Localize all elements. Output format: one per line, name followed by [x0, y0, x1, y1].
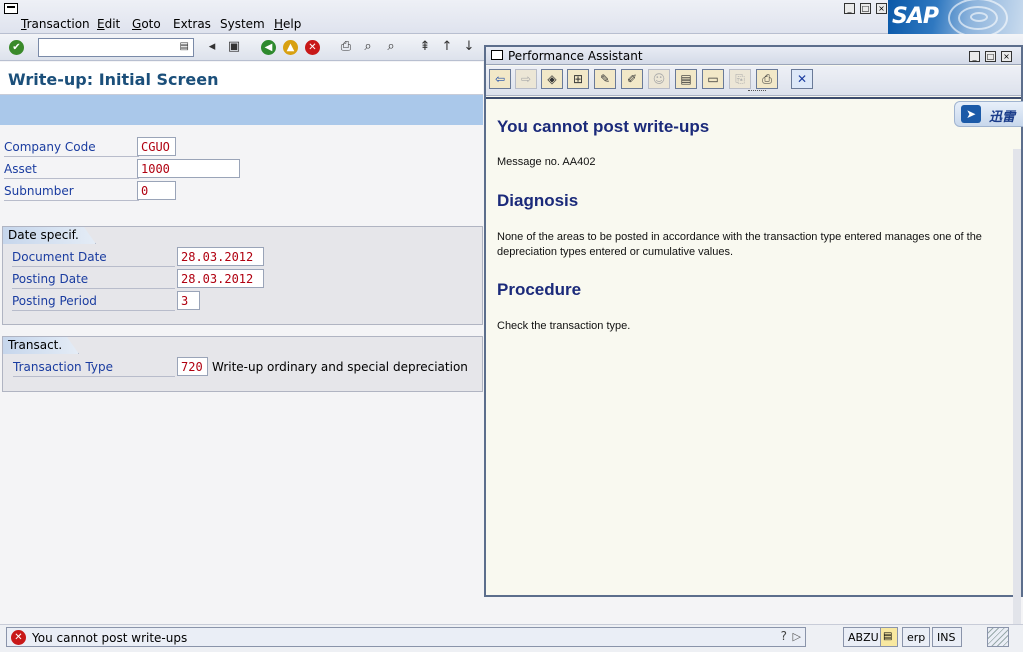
menu-system[interactable]: System — [220, 17, 265, 31]
edit-text-icon[interactable]: ✐ — [621, 69, 643, 89]
customizing-icon[interactable]: ▭ — [702, 69, 724, 89]
cancel-icon[interactable]: ✕ — [305, 40, 320, 55]
command-history-icon[interactable]: ▤ — [180, 41, 189, 52]
technical-info-icon[interactable]: ◈ — [541, 69, 563, 89]
diagnosis-text: None of the areas to be posted in accord… — [497, 231, 982, 258]
resize-grip-icon[interactable] — [987, 627, 1009, 647]
date-group-title: Date specif. — [3, 227, 96, 244]
transaction-group-title: Transact. — [3, 337, 80, 354]
menu-help[interactable]: Help — [274, 17, 301, 31]
find-next-icon[interactable]: ⌕ — [383, 39, 399, 55]
title-bar: Write-up: Initial Screen — [0, 62, 483, 95]
status-system: erp — [902, 627, 930, 647]
assistant-scrollbar[interactable] — [1013, 149, 1021, 647]
message-number: Message no. AA402 — [497, 156, 596, 168]
assistant-title-bar[interactable]: Performance Assistant _ □ × — [486, 47, 1021, 65]
page-title: Write-up: Initial Screen — [8, 70, 219, 89]
xunlei-bird-icon: ➤ — [961, 105, 981, 123]
assistant-print-icon[interactable]: ⎙ — [756, 69, 778, 89]
error-icon: ✕ — [11, 630, 26, 645]
print-icon[interactable]: ⎙ — [338, 39, 354, 55]
assistant-back-icon[interactable]: ⇦ — [489, 69, 511, 89]
asset-field[interactable]: 1000 — [137, 159, 240, 178]
back-icon[interactable]: ◀ — [261, 40, 276, 55]
exit-icon[interactable]: ▲ — [283, 40, 298, 55]
assistant-minimize-icon[interactable]: _ — [969, 51, 980, 62]
procedure-heading: Procedure — [497, 280, 582, 299]
posting-date-field[interactable]: 28.03.2012 — [177, 269, 264, 288]
assistant-content: You cannot post write-ups Message no. AA… — [486, 97, 1023, 647]
subnumber-field[interactable]: 0 — [137, 181, 176, 200]
procedure-text: Check the transaction type. — [497, 320, 631, 332]
xunlei-label: 迅雷 — [989, 110, 1016, 125]
posting-period-field[interactable]: 3 — [177, 291, 200, 310]
assistant-title: Performance Assistant — [508, 49, 643, 63]
asset-label: Asset — [4, 162, 139, 179]
find-icon[interactable]: ⌕ — [360, 39, 376, 55]
minimize-icon[interactable]: _ — [844, 3, 855, 14]
close-icon[interactable]: × — [876, 3, 887, 14]
menu-extras[interactable]: Extras — [173, 17, 211, 31]
document-date-field[interactable]: 28.03.2012 — [177, 247, 264, 266]
assistant-close-icon[interactable]: × — [1001, 51, 1012, 62]
field-info-icon[interactable]: ⊞ — [567, 69, 589, 89]
assistant-toolbar: ⇦ ⇨ ◈ ⊞ ✎ ✐ ☺ ▤ ▭ ⎘ ⎙ ✕ — [486, 66, 1021, 96]
sap-logo: SAP — [888, 0, 1023, 34]
status-help-icon[interactable]: ? — [781, 629, 787, 643]
maximize-icon[interactable]: □ — [860, 3, 871, 14]
diagnosis-heading: Diagnosis — [497, 191, 579, 210]
assistant-maximize-icon[interactable]: □ — [985, 51, 996, 62]
user-info-icon[interactable]: ☺ — [648, 69, 670, 89]
print-preview-icon[interactable]: ⎘ — [729, 69, 751, 89]
save-icon[interactable]: ▣ — [226, 39, 242, 55]
subnumber-label: Subnumber — [4, 184, 139, 201]
command-field[interactable]: ▤ — [38, 38, 194, 57]
assistant-forward-icon[interactable]: ⇨ — [515, 69, 537, 89]
company-code-label: Company Code — [4, 140, 139, 157]
collapse-arrow-icon[interactable]: ◂ — [204, 39, 220, 55]
status-message-box[interactable]: ✕ You cannot post write-ups ▷ ? — [6, 627, 806, 647]
transaction-type-field[interactable]: 720 — [177, 357, 208, 376]
enter-check-icon[interactable]: ✔ — [9, 40, 24, 55]
assistant-exit-icon[interactable]: ✕ — [791, 69, 813, 89]
assistant-window-icon — [491, 50, 503, 60]
document-icon[interactable]: ▤ — [675, 69, 697, 89]
transaction-type-description: Write-up ordinary and special depreciati… — [212, 360, 468, 374]
menu-transaction[interactable]: Transaction — [21, 17, 90, 31]
posting-date-label: Posting Date — [12, 272, 175, 289]
status-system-info-icon[interactable]: ▤ — [880, 627, 898, 647]
xunlei-floating-button[interactable]: ➤ 迅雷 — [954, 101, 1023, 127]
status-transaction: ABZU — [843, 627, 883, 647]
menu-edit[interactable]: Edit — [97, 17, 120, 31]
document-date-label: Document Date — [12, 250, 175, 267]
menu-bar: Transaction Edit Goto Extras System Help… — [0, 0, 1023, 34]
transaction-type-label: Transaction Type — [13, 360, 175, 377]
status-bar: ✕ You cannot post write-ups ▷ ? ABZU ▤ e… — [0, 624, 1023, 652]
next-page-icon[interactable]: ↓ — [461, 39, 477, 55]
status-message: You cannot post write-ups — [32, 631, 188, 645]
assistant-heading: You cannot post write-ups — [497, 117, 710, 136]
splitter-handle[interactable] — [748, 90, 766, 92]
previous-page-icon[interactable]: ↑ — [439, 39, 455, 55]
menu-goto[interactable]: Goto — [132, 17, 161, 31]
status-mode: INS — [932, 627, 962, 647]
status-expand-icon[interactable]: ▷ — [793, 630, 801, 643]
application-toolbar — [0, 95, 483, 125]
performance-assistant-window: Performance Assistant _ □ × ⇦ ⇨ ◈ ⊞ ✎ ✐ … — [484, 45, 1023, 647]
edit-note-icon[interactable]: ✎ — [594, 69, 616, 89]
first-page-icon[interactable]: ⇞ — [417, 39, 433, 55]
posting-period-label: Posting Period — [12, 294, 175, 311]
company-code-field[interactable]: CGUO — [137, 137, 176, 156]
system-menu-icon[interactable] — [4, 3, 18, 14]
